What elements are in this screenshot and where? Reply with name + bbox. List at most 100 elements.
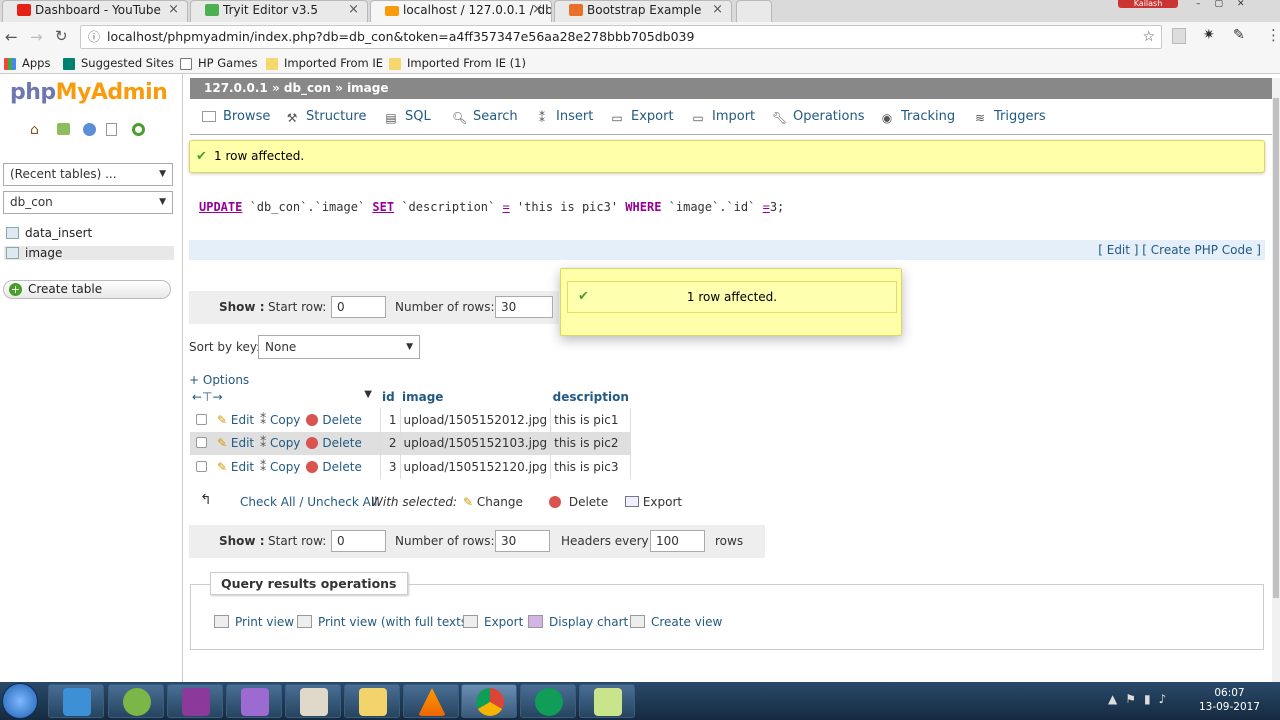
forward-icon[interactable]: → <box>30 28 43 46</box>
cell-image[interactable]: upload/1505152103.jpg <box>400 431 552 455</box>
delete-row-link[interactable]: Delete <box>306 460 362 474</box>
bookmark-imported-ie-1[interactable]: Imported From IE (1) <box>389 53 526 73</box>
bookmark-imported-ie[interactable]: Imported From IE <box>266 53 383 73</box>
tab-insert[interactable]: ⁑ Insert <box>535 109 593 125</box>
taskbar-xampp[interactable] <box>108 684 164 718</box>
bulk-export-button[interactable]: Export <box>625 495 682 509</box>
tab-search[interactable]: 🔍︎ Search <box>452 109 518 125</box>
start-button[interactable] <box>2 683 38 719</box>
taskbar-notepad[interactable] <box>579 684 635 718</box>
copy-row-link[interactable]: ⁑ Copy <box>260 460 300 474</box>
row-checkbox[interactable] <box>196 460 207 472</box>
breadcrumb-text[interactable]: 127.0.0.1 » db_con » image <box>204 81 389 95</box>
edit-row-link[interactable]: ✎ Edit <box>217 460 254 474</box>
browser-tab-bootstrap[interactable]: Bootstrap Example × <box>554 0 732 22</box>
taskbar-vlc[interactable] <box>403 684 459 718</box>
close-icon[interactable]: × <box>168 1 179 19</box>
num-rows-input[interactable]: 30 <box>495 530 550 552</box>
column-resize-header[interactable]: ←⊤→ ▼ <box>190 386 380 408</box>
cell-description[interactable]: this is pic2 <box>550 431 632 455</box>
delete-row-link[interactable]: Delete <box>306 436 362 450</box>
breadcrumb[interactable]: 127.0.0.1 » db_con » image <box>190 78 1272 99</box>
bookmark-apps[interactable]: Apps <box>4 53 50 73</box>
tab-export[interactable]: ▭ Export <box>610 109 673 125</box>
help-icon[interactable] <box>83 123 96 136</box>
page-scrollbar[interactable] <box>1272 78 1280 682</box>
home-icon[interactable]: ⌂ <box>30 122 39 138</box>
check-all-link[interactable]: Check All / Uncheck All <box>240 495 378 509</box>
profile-badge[interactable]: Kailash <box>1118 0 1178 8</box>
tab-tracking[interactable]: ◉ Tracking <box>880 109 955 125</box>
bookmark-star-icon[interactable]: ☆ <box>1142 26 1155 48</box>
sql-operator[interactable]: = <box>763 200 770 214</box>
browser-tab-youtube[interactable]: Dashboard - YouTube × <box>2 0 188 22</box>
reload-nav-icon[interactable] <box>132 123 145 136</box>
close-icon[interactable]: × <box>532 1 543 19</box>
cell-image[interactable]: upload/1505152012.jpg <box>400 408 552 432</box>
tab-sql[interactable]: ▤ SQL <box>384 109 430 125</box>
window-controls[interactable]: –▢✕ <box>1190 0 1280 10</box>
close-icon[interactable]: × <box>348 1 359 19</box>
copy-row-link[interactable]: ⁑ Copy <box>260 413 300 427</box>
taskbar-clock[interactable]: 06:07 13-09-2017 <box>1199 686 1260 714</box>
sql-keyword[interactable]: UPDATE <box>199 200 242 214</box>
close-icon[interactable]: × <box>712 1 723 19</box>
browser-tab-phpmyadmin[interactable]: localhost / 127.0.0.1 / db × <box>370 0 552 22</box>
edit-row-link[interactable]: ✎ Edit <box>217 436 254 450</box>
bookmark-suggested-sites[interactable]: Suggested Sites <box>63 53 174 73</box>
bookmark-hp-games[interactable]: HP Games <box>180 53 257 73</box>
start-row-input[interactable]: 0 <box>331 296 386 318</box>
cell-id[interactable]: 2 <box>380 431 401 455</box>
cell-id[interactable]: 1 <box>380 408 401 432</box>
sort-dropdown-icon[interactable]: ▼ <box>364 389 372 400</box>
taskbar-remote[interactable] <box>285 684 341 718</box>
sql-keyword[interactable]: SET <box>372 200 394 214</box>
headers-every-input[interactable]: 100 <box>650 530 705 552</box>
new-tab-button[interactable] <box>736 0 772 22</box>
extension-icon[interactable] <box>1172 28 1186 44</box>
recent-tables-select[interactable]: (Recent tables) ... ▼ <box>3 163 173 186</box>
bulk-change-button[interactable]: ✎ Change <box>463 495 523 509</box>
menu-icon[interactable]: ⋮ <box>1266 26 1280 44</box>
create-view-link[interactable]: Create view <box>630 615 722 629</box>
copy-row-link[interactable]: ⁑ Copy <box>260 436 300 450</box>
extension-icon[interactable]: ✷ <box>1203 27 1215 43</box>
num-rows-input[interactable]: 30 <box>495 296 553 318</box>
taskbar-chrome[interactable] <box>461 684 517 718</box>
documentation-icon[interactable] <box>106 123 117 136</box>
taskbar-explorer[interactable] <box>344 684 400 718</box>
database-select[interactable]: db_con ▼ <box>3 191 173 214</box>
bulk-delete-button[interactable]: Delete <box>549 495 608 509</box>
sort-by-key-select[interactable]: None ▼ <box>258 335 420 359</box>
logout-icon[interactable] <box>57 123 70 135</box>
column-header-description[interactable]: description <box>550 386 631 408</box>
start-row-input[interactable]: 0 <box>331 530 386 552</box>
column-header-image[interactable]: image <box>400 386 551 408</box>
sql-operator[interactable]: = <box>502 200 509 214</box>
tab-operations[interactable]: 🔧︎ Operations <box>772 109 864 125</box>
scrollbar-thumb[interactable] <box>1273 98 1279 598</box>
export-link[interactable]: Export <box>463 615 523 629</box>
cell-description[interactable]: this is pic3 <box>550 455 632 479</box>
nav-table-data-insert[interactable]: data_insert <box>6 226 92 240</box>
options-link[interactable]: + Options <box>189 373 249 387</box>
column-header-id[interactable]: id <box>380 386 400 408</box>
cell-id[interactable]: 3 <box>380 455 401 479</box>
column-arrows-icon[interactable]: ←⊤→ <box>192 390 223 404</box>
taskbar-camtasia[interactable] <box>48 684 104 718</box>
reload-icon[interactable]: ↻ <box>55 27 68 45</box>
ajax-notification[interactable]: ✔ 1 row affected. <box>560 268 902 336</box>
nav-table-image[interactable]: image <box>4 246 174 260</box>
phpmyadmin-logo[interactable]: phpMyAdmin <box>10 80 168 105</box>
cell-description[interactable]: this is pic1 <box>550 408 632 432</box>
row-checkbox[interactable] <box>196 413 207 425</box>
taskbar-hp[interactable] <box>520 684 576 718</box>
print-view-full-link[interactable]: Print view (with full texts) <box>297 615 472 629</box>
eyedropper-icon[interactable]: ✎ <box>1233 27 1245 43</box>
create-table-button[interactable]: + Create table <box>3 280 171 299</box>
display-chart-link[interactable]: Display chart <box>528 615 628 629</box>
tab-structure[interactable]: ⚒ Structure <box>285 109 367 125</box>
info-icon[interactable]: ⓘ <box>88 26 100 48</box>
url-bar[interactable]: ⓘ localhost/phpmyadmin/index.php?db=db_c… <box>80 25 1162 49</box>
sql-edit-links[interactable]: [ Edit ] [ Create PHP Code ] <box>1098 243 1261 257</box>
